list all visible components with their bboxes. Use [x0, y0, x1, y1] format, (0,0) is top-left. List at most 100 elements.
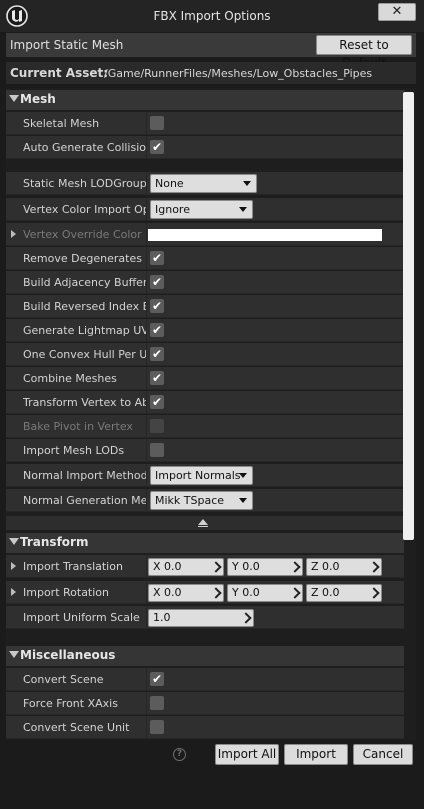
chevron-down-icon [243, 181, 251, 186]
row-vertex-color-import: Vertex Color Import Opti Ignore [6, 198, 404, 221]
property-label: Normal Generation Meth [23, 494, 147, 507]
one-convex-hull-checkbox[interactable]: ✔ [150, 347, 164, 361]
spin-drag-icon [368, 587, 380, 599]
property-label: One Convex Hull Per UCX [23, 348, 147, 361]
row-import-mesh-lods: Import Mesh LODs [6, 439, 404, 462]
row-bake-pivot: Bake Pivot in Vertex [6, 415, 404, 438]
row-one-convex-hull: One Convex Hull Per UCX ✔ [6, 343, 404, 366]
import-type-bar: Import Static Mesh Reset to Default [6, 33, 416, 70]
transform-vertex-checkbox[interactable]: ✔ [150, 395, 164, 409]
chevron-down-icon [239, 207, 247, 212]
checkmark-icon: ✔ [151, 140, 163, 154]
reset-to-default-button[interactable]: Reset to Default [316, 35, 412, 70]
field-value: Y 0.0 [232, 586, 260, 599]
remove-degenerates-checkbox[interactable]: ✔ [150, 251, 164, 265]
row-convert-scene: Convert Scene ✔ [6, 668, 404, 691]
help-icon[interactable]: ? [173, 748, 186, 761]
spin-drag-icon [368, 561, 380, 573]
field-value: Z 0.0 [311, 586, 340, 599]
cancel-button[interactable]: Cancel [353, 744, 413, 765]
import-button[interactable]: Import [284, 744, 348, 765]
generate-lightmap-uvs-checkbox[interactable]: ✔ [150, 323, 164, 337]
convert-scene-unit-checkbox[interactable] [150, 720, 164, 734]
current-asset-path: /Game/RunnerFiles/Meshes/Low_Obstacles_P… [104, 67, 373, 80]
spin-drag-icon [289, 561, 301, 573]
collapse-arrow-icon [9, 651, 19, 658]
property-label: Transform Vertex to Abs [23, 396, 147, 409]
uniform-scale-field[interactable]: 1.0 [148, 609, 254, 627]
checkmark-icon: ✔ [151, 347, 163, 361]
expand-arrow-icon[interactable] [11, 230, 16, 238]
import-type-label: Import Static Mesh [10, 38, 124, 52]
row-import-translation: Import Translation X 0.0 Y 0.0 Z 0.0 [6, 555, 404, 578]
scrollbar-thumb[interactable] [403, 92, 414, 540]
row-import-rotation: Import Rotation X 0.0 Y 0.0 Z 0.0 [6, 581, 404, 604]
property-label: Static Mesh LODGroup [23, 177, 147, 190]
rotation-x-field[interactable]: X 0.0 [148, 584, 224, 602]
spin-drag-icon [240, 612, 252, 624]
window-title: FBX Import Options [153, 9, 271, 23]
translation-x-field[interactable]: X 0.0 [148, 558, 224, 576]
convert-scene-checkbox[interactable]: ✔ [150, 672, 164, 686]
row-skeletal-mesh: Skeletal Mesh [6, 112, 404, 135]
field-value: Z 0.0 [311, 560, 340, 573]
property-label: Auto Generate Collision [23, 141, 147, 154]
category-miscellaneous[interactable]: Miscellaneous [6, 646, 404, 666]
category-mesh[interactable]: Mesh [6, 90, 404, 110]
chevron-down-icon [239, 473, 247, 478]
property-label: Skeletal Mesh [23, 117, 100, 130]
bake-pivot-checkbox[interactable] [150, 419, 164, 433]
dropdown-value: None [155, 177, 184, 190]
category-transform[interactable]: Transform [6, 533, 404, 553]
category-label: Transform [20, 535, 89, 549]
normal-generation-method-dropdown[interactable]: Mikk TSpace [150, 491, 253, 510]
checkmark-icon: ✔ [151, 323, 163, 337]
property-label: Import Mesh LODs [23, 444, 125, 457]
row-transform-vertex: Transform Vertex to Abs ✔ [6, 391, 404, 414]
vertex-color-import-dropdown[interactable]: Ignore [150, 200, 253, 219]
property-label: Vertex Override Color [23, 228, 142, 241]
dropdown-value: Ignore [155, 203, 190, 216]
category-label: Mesh [20, 92, 56, 106]
rotation-y-field[interactable]: Y 0.0 [227, 584, 303, 602]
property-label: Import Uniform Scale [23, 611, 140, 624]
field-value: X 0.0 [153, 586, 182, 599]
lod-group-dropdown[interactable]: None [150, 174, 257, 193]
build-reversed-index-checkbox[interactable]: ✔ [150, 299, 164, 313]
row-lod-group: Static Mesh LODGroup None [6, 172, 404, 195]
translation-y-field[interactable]: Y 0.0 [227, 558, 303, 576]
chevron-down-icon [239, 498, 247, 503]
checkmark-icon: ✔ [151, 395, 163, 409]
auto-generate-collision-checkbox[interactable]: ✔ [150, 140, 164, 154]
translation-z-field[interactable]: Z 0.0 [306, 558, 382, 576]
property-label: Remove Degenerates [23, 252, 142, 265]
import-mesh-lods-checkbox[interactable] [150, 443, 164, 457]
force-front-xaxis-checkbox[interactable] [150, 696, 164, 710]
property-label: Convert Scene Unit [23, 721, 130, 734]
vertex-override-color-swatch[interactable] [148, 229, 382, 241]
build-adjacency-buffer-checkbox[interactable]: ✔ [150, 275, 164, 289]
expand-arrow-icon[interactable] [11, 588, 16, 596]
row-combine-meshes: Combine Meshes ✔ [6, 367, 404, 390]
property-label: Import Rotation [23, 586, 110, 599]
row-convert-scene-unit: Convert Scene Unit [6, 716, 404, 739]
advanced-collapse-bar[interactable] [6, 516, 404, 530]
property-label: Convert Scene [23, 673, 104, 686]
skeletal-mesh-checkbox[interactable] [150, 116, 164, 130]
expand-arrow-icon[interactable] [11, 562, 16, 570]
spin-drag-icon [210, 561, 222, 573]
details-panel: Mesh Skeletal Mesh Auto Generate Collisi… [6, 88, 416, 740]
row-generate-lightmap-uvs: Generate Lightmap UVs ✔ [6, 319, 404, 342]
property-label: Build Adjacency Buffer [23, 276, 147, 289]
field-value: Y 0.0 [232, 560, 260, 573]
row-force-front-xaxis: Force Front XAxis [6, 692, 404, 715]
import-all-button[interactable]: Import All [215, 744, 279, 765]
spin-drag-icon [210, 587, 222, 599]
combine-meshes-checkbox[interactable]: ✔ [150, 371, 164, 385]
close-button[interactable]: ✕ [378, 3, 416, 21]
property-label: Combine Meshes [23, 372, 117, 385]
current-asset-bar: Current Asset: /Game/RunnerFiles/Meshes/… [6, 62, 416, 84]
normal-import-method-dropdown[interactable]: Import Normals [150, 466, 253, 485]
rotation-z-field[interactable]: Z 0.0 [306, 584, 382, 602]
property-label: Bake Pivot in Vertex [23, 420, 133, 433]
